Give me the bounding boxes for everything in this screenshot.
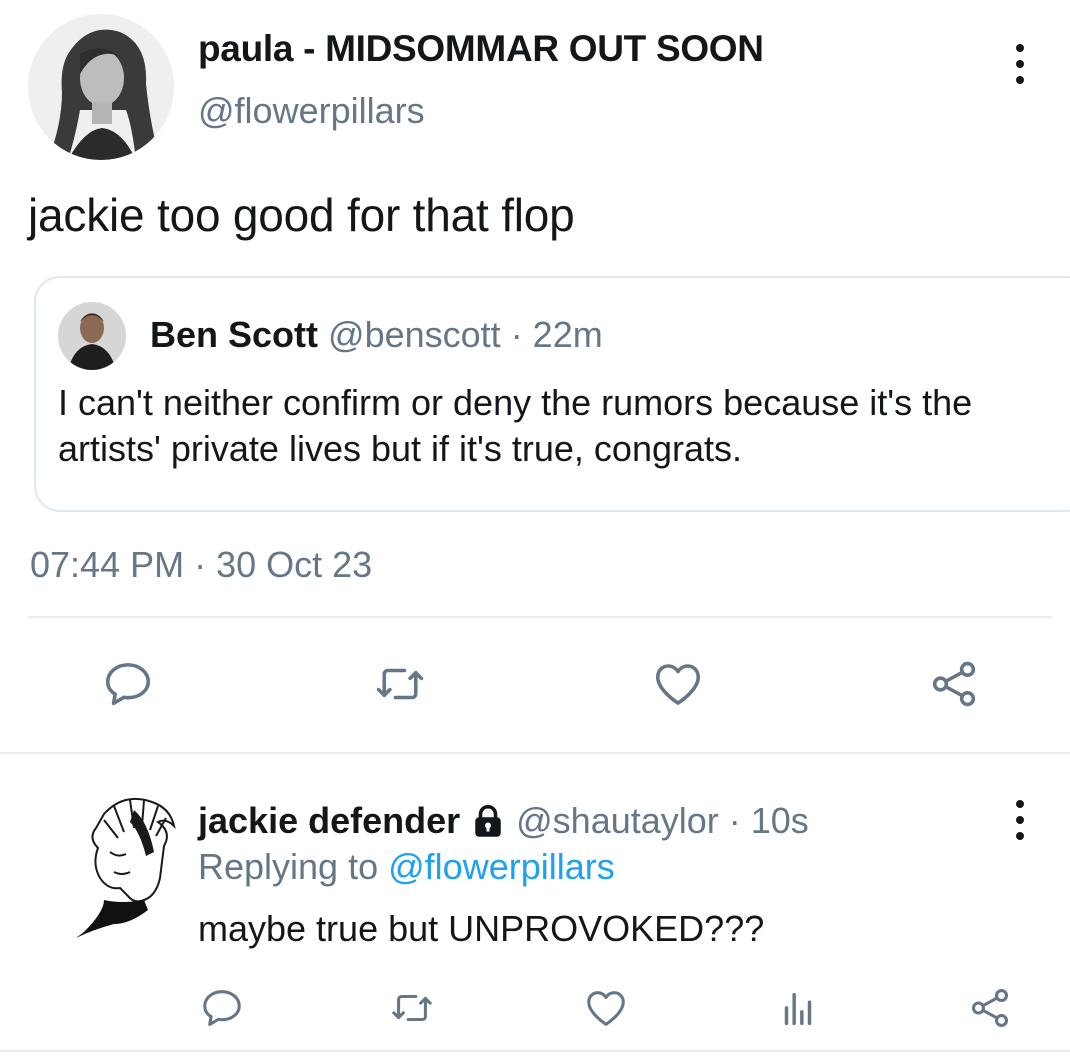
reply-icon [203, 990, 241, 1027]
reply-text: maybe true but UNPROVOKED??? [198, 908, 765, 949]
share-icon [971, 989, 1009, 1027]
divider [0, 1050, 1070, 1052]
retweet-button[interactable] [370, 654, 430, 714]
more-vertical-icon-dot [1016, 816, 1024, 824]
more-vertical-icon-dot [1016, 832, 1024, 840]
reply-share-button[interactable] [960, 978, 1020, 1038]
share-icon [932, 661, 976, 707]
reply-header: jackie defender @shautaylor · 10s [198, 800, 809, 842]
more-options-button[interactable] [1008, 44, 1032, 84]
quoted-author-handle: @benscott [328, 314, 501, 355]
quoted-tweet-text: I can't neither confirm or deny the rumo… [58, 382, 973, 469]
reply-retweet-button[interactable] [382, 978, 442, 1038]
drawn-portrait [76, 798, 176, 938]
tweet-text: jackie too good for that flop [28, 189, 575, 241]
reply-time: · 10s [728, 800, 809, 841]
like-icon [655, 664, 701, 705]
reply-button[interactable] [98, 654, 158, 714]
reply-reply-button[interactable] [192, 978, 252, 1038]
like-icon [587, 991, 625, 1026]
quoted-tweet-header: Ben Scott @benscott · 22m [150, 314, 603, 356]
author-display-name[interactable]: paula - MIDSOMMAR OUT SOON [198, 28, 764, 70]
author-handle[interactable]: @flowerpillars [198, 90, 425, 132]
more-vertical-icon-dot [1016, 60, 1024, 68]
quoted-author-name: Ben Scott [150, 314, 319, 355]
divider [28, 616, 1052, 618]
tweet-timestamp: 07:44 PM · 30 Oct 23 [30, 544, 373, 585]
more-vertical-icon-dot [1016, 76, 1024, 84]
replying-to-line: Replying to @flowerpillars [198, 846, 615, 888]
like-button[interactable] [648, 654, 708, 714]
reply-author-name[interactable]: jackie defender [198, 800, 460, 842]
reply-analytics-button[interactable] [768, 978, 828, 1038]
quoted-author-avatar[interactable] [58, 302, 126, 370]
more-vertical-icon [1016, 800, 1024, 808]
retweet-icon [392, 994, 432, 1022]
author-avatar[interactable] [28, 14, 174, 160]
share-button[interactable] [924, 654, 984, 714]
quoted-tweet-time: · 22m [510, 314, 603, 355]
more-vertical-icon [1016, 44, 1024, 52]
lock-icon [475, 804, 501, 837]
reply-more-options-button[interactable] [1008, 800, 1032, 840]
reply-author-handle[interactable]: @shautaylor [516, 800, 719, 842]
reply-like-button[interactable] [576, 978, 636, 1038]
reply-author-avatar[interactable] [74, 792, 184, 942]
replying-to-mention[interactable]: @flowerpillars [388, 846, 615, 887]
analytics-icon [784, 992, 812, 1026]
retweet-icon [376, 668, 424, 700]
reply-icon [105, 663, 151, 706]
divider [0, 752, 1070, 754]
portrait-photo [28, 14, 174, 160]
replying-to-label: Replying to [198, 846, 379, 887]
portrait-photo [58, 302, 126, 370]
